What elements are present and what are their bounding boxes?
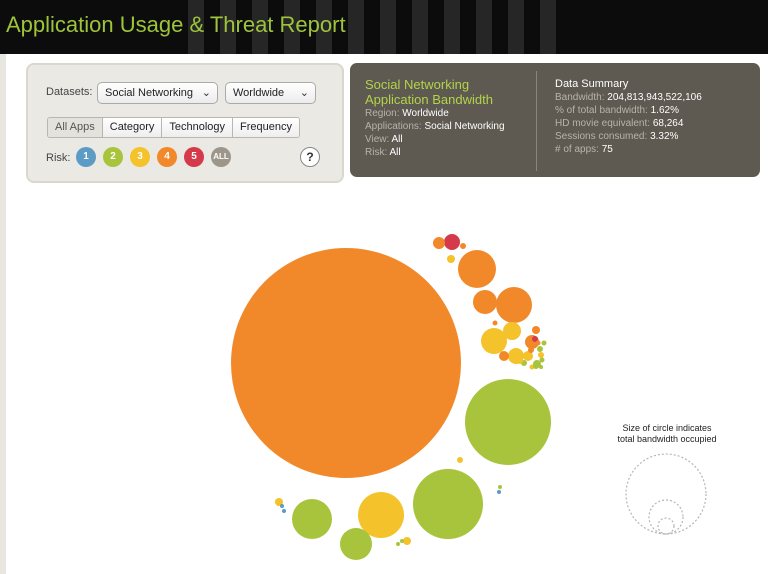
app-bubble[interactable] [503,322,521,340]
size-legend-text: Size of circle indicates total bandwidth… [607,423,727,445]
app-bubble[interactable] [528,347,534,353]
size-legend-line2: total bandwidth occupied [617,434,717,444]
size-legend-line1: Size of circle indicates [622,423,712,433]
app-bubble[interactable] [499,351,509,361]
app-bubble[interactable] [533,363,539,369]
app-bubble[interactable] [282,509,286,513]
app-bubble[interactable] [496,287,532,323]
app-bubble[interactable] [458,250,496,288]
app-bubble[interactable] [541,340,547,346]
app-bubble[interactable] [292,499,332,539]
app-bubble[interactable] [497,490,501,494]
app-bubble[interactable] [403,537,411,545]
app-bubble[interactable] [413,469,483,539]
app-bubble[interactable] [535,340,541,346]
app-bubble[interactable] [231,248,461,478]
app-bubble[interactable] [447,255,455,263]
app-bubble[interactable] [444,234,460,250]
bubble-chart [231,234,551,560]
app-bubble[interactable] [400,539,404,543]
app-bubble[interactable] [280,504,284,508]
app-bubble[interactable] [538,352,544,358]
app-bubble[interactable] [396,542,400,546]
app-bubble[interactable] [498,485,502,489]
app-bubble[interactable] [539,357,545,363]
app-bubble[interactable] [537,346,543,352]
app-bubble[interactable] [457,457,463,463]
app-bubble[interactable] [340,528,372,560]
app-bubble[interactable] [473,290,497,314]
app-bubble[interactable] [492,320,498,326]
app-bubble[interactable] [517,358,523,364]
app-bubble[interactable] [433,237,445,249]
app-bubble[interactable] [465,379,551,465]
app-bubble[interactable] [460,243,466,249]
app-bubble[interactable] [532,326,540,334]
app-bubble[interactable] [539,365,543,369]
